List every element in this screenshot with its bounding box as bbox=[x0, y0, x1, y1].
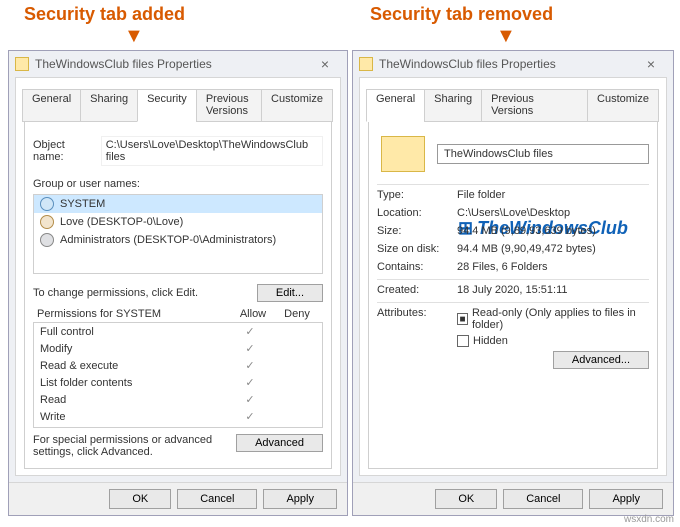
allow-header: Allow bbox=[231, 308, 275, 320]
permissions-for-label: Permissions for SYSTEM bbox=[37, 308, 231, 320]
advanced-button[interactable]: Advanced bbox=[236, 434, 323, 452]
type-value: File folder bbox=[457, 189, 649, 201]
readonly-checkbox[interactable]: ■Read-only (Only applies to files in fol… bbox=[457, 307, 649, 331]
perm-list-contents: List folder contents✓ bbox=[34, 374, 322, 391]
close-icon[interactable]: × bbox=[635, 56, 667, 72]
ok-button[interactable]: OK bbox=[435, 489, 497, 509]
edit-button[interactable]: Edit... bbox=[257, 284, 323, 302]
contains-label: Contains: bbox=[377, 261, 457, 273]
tab-customize[interactable]: Customize bbox=[587, 89, 659, 122]
credit-text: wsxdn.com bbox=[624, 514, 674, 525]
dialog-buttons: OK Cancel Apply bbox=[353, 482, 673, 515]
perm-write: Write✓ bbox=[34, 408, 322, 425]
titlebar[interactable]: TheWindowsClub files Properties × bbox=[9, 51, 347, 77]
caption-added: Security tab added bbox=[24, 4, 185, 25]
check-icon: ✓ bbox=[228, 393, 272, 406]
group-users-label: Group or user names: bbox=[33, 178, 323, 190]
caption-removed: Security tab removed bbox=[370, 4, 553, 25]
hidden-checkbox[interactable]: Hidden bbox=[457, 335, 649, 347]
size-on-disk-label: Size on disk: bbox=[377, 243, 457, 255]
check-icon: ✓ bbox=[228, 359, 272, 372]
tab-previous-versions[interactable]: Previous Versions bbox=[481, 89, 588, 122]
apply-button[interactable]: Apply bbox=[263, 489, 337, 509]
size-value: 94.4 MB (9,89,93,639 bytes) bbox=[457, 225, 649, 237]
arrow-down-icon: ▼ bbox=[496, 26, 516, 46]
user-icon bbox=[40, 215, 54, 229]
change-permissions-text: To change permissions, click Edit. bbox=[33, 287, 257, 299]
contains-value: 28 Files, 6 Folders bbox=[457, 261, 649, 273]
window-title: TheWindowsClub files Properties bbox=[35, 57, 309, 71]
created-value: 18 July 2020, 15:51:11 bbox=[457, 284, 649, 296]
user-item-system[interactable]: SYSTEM bbox=[34, 195, 322, 213]
object-name-label: Object name: bbox=[33, 139, 95, 163]
dialog-buttons: OK Cancel Apply bbox=[9, 482, 347, 515]
location-value: C:\Users\Love\Desktop bbox=[457, 207, 649, 219]
permissions-list[interactable]: Full control✓ Modify✓ Read & execute✓ Li… bbox=[33, 322, 323, 428]
size-label: Size: bbox=[377, 225, 457, 237]
folder-icon bbox=[15, 57, 29, 71]
perm-full-control: Full control✓ bbox=[34, 323, 322, 340]
tabs: General Sharing Security Previous Versio… bbox=[22, 89, 332, 122]
arrow-down-icon: ▼ bbox=[124, 26, 144, 46]
size-on-disk-value: 94.4 MB (9,90,49,472 bytes) bbox=[457, 243, 649, 255]
user-item-admins[interactable]: Administrators (DESKTOP-0\Administrators… bbox=[34, 231, 322, 249]
check-icon: ✓ bbox=[228, 376, 272, 389]
tabs: General Sharing Previous Versions Custom… bbox=[366, 89, 658, 122]
folder-icon bbox=[359, 57, 373, 71]
folder-name-input[interactable]: TheWindowsClub files bbox=[437, 144, 649, 164]
advanced-button[interactable]: Advanced... bbox=[553, 351, 649, 369]
group-users-list[interactable]: SYSTEM Love (DESKTOP-0\Love) Administrat… bbox=[33, 194, 323, 274]
folder-large-icon bbox=[381, 136, 425, 172]
location-label: Location: bbox=[377, 207, 457, 219]
tab-general[interactable]: General bbox=[366, 89, 425, 122]
group-icon bbox=[40, 233, 54, 247]
properties-window-general: TheWindowsClub files Properties × Genera… bbox=[352, 50, 674, 516]
special-permissions-text: For special permissions or advanced sett… bbox=[33, 434, 236, 458]
general-pane: TheWindowsClub files Type:File folder Lo… bbox=[368, 121, 658, 469]
system-icon bbox=[40, 197, 54, 211]
type-label: Type: bbox=[377, 189, 457, 201]
attributes-label: Attributes: bbox=[377, 307, 457, 319]
tab-sharing[interactable]: Sharing bbox=[80, 89, 138, 122]
cancel-button[interactable]: Cancel bbox=[503, 489, 583, 509]
close-icon[interactable]: × bbox=[309, 56, 341, 72]
tab-security[interactable]: Security bbox=[137, 89, 197, 122]
created-label: Created: bbox=[377, 284, 457, 296]
deny-header: Deny bbox=[275, 308, 319, 320]
check-icon: ✓ bbox=[228, 325, 272, 338]
window-title: TheWindowsClub files Properties bbox=[379, 57, 635, 71]
properties-window-security: TheWindowsClub files Properties × Genera… bbox=[8, 50, 348, 516]
tab-sharing[interactable]: Sharing bbox=[424, 89, 482, 122]
check-icon: ✓ bbox=[228, 410, 272, 423]
perm-modify: Modify✓ bbox=[34, 340, 322, 357]
object-name-value: C:\Users\Love\Desktop\TheWindowsClub fil… bbox=[101, 136, 323, 166]
tab-previous-versions[interactable]: Previous Versions bbox=[196, 89, 262, 122]
ok-button[interactable]: OK bbox=[109, 489, 171, 509]
perm-read: Read✓ bbox=[34, 391, 322, 408]
perm-read-execute: Read & execute✓ bbox=[34, 357, 322, 374]
cancel-button[interactable]: Cancel bbox=[177, 489, 257, 509]
tab-customize[interactable]: Customize bbox=[261, 89, 333, 122]
security-pane: Object name: C:\Users\Love\Desktop\TheWi… bbox=[24, 121, 332, 469]
tab-general[interactable]: General bbox=[22, 89, 81, 122]
apply-button[interactable]: Apply bbox=[589, 489, 663, 509]
titlebar[interactable]: TheWindowsClub files Properties × bbox=[353, 51, 673, 77]
user-item-love[interactable]: Love (DESKTOP-0\Love) bbox=[34, 213, 322, 231]
check-icon: ✓ bbox=[228, 342, 272, 355]
